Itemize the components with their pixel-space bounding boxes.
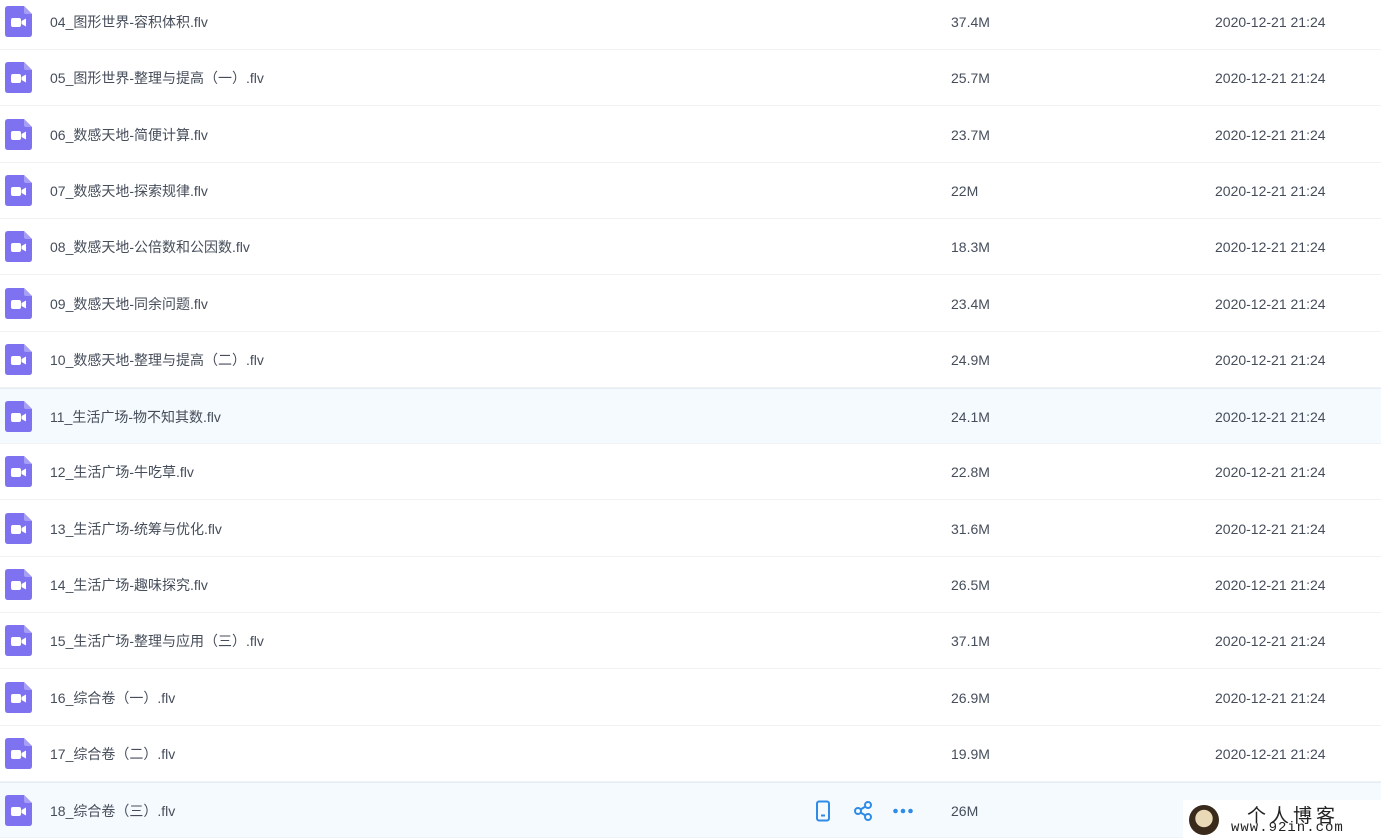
file-row[interactable]: 16_综合卷（一）.flv 26.9M 2020-12-21 21:24: [0, 670, 1381, 726]
file-date: 2020-12-21 21:24: [1215, 464, 1326, 481]
file-row[interactable]: 08_数感天地-公倍数和公因数.flv 18.3M 2020-12-21 21:24: [0, 219, 1381, 276]
video-file-icon: [5, 681, 32, 713]
file-size: 26.9M: [951, 689, 990, 706]
file-name[interactable]: 05_图形世界-整理与提高（一）.flv: [50, 50, 264, 106]
file-date: 2020-12-21 21:24: [1215, 14, 1326, 30]
file-row[interactable]: 06_数感天地-简便计算.flv 23.7M 2020-12-21 21:24: [0, 107, 1381, 163]
file-row[interactable]: 05_图形世界-整理与提高（一）.flv 25.7M 2020-12-21 21:2…: [0, 50, 1381, 107]
file-date: 2020-12-21 21:24: [1215, 689, 1326, 706]
file-date: 2020-12-21 21:24: [1215, 351, 1326, 368]
file-size: 22M: [951, 182, 979, 199]
file-date: 2020-12-21 21:24: [1215, 577, 1326, 593]
file-row[interactable]: 14_生活广场-趣味探究.flv 26.5M 2020-12-21 21:24: [0, 557, 1381, 613]
file-size: 37.1M: [951, 633, 990, 650]
file-size: 18.3M: [951, 239, 990, 256]
watermark-avatar: [1189, 805, 1219, 835]
file-size: 22.8M: [951, 464, 990, 481]
video-file-icon: [5, 6, 32, 37]
video-file-icon: [5, 625, 32, 657]
file-size: 23.4M: [951, 295, 990, 312]
file-row[interactable]: 04_图形世界-容积体积.flv 37.4M 2020-12-21 21:24: [0, 0, 1381, 50]
video-file-icon: [5, 737, 32, 769]
file-row[interactable]: 13_生活广场-统筹与优化.flv 31.6M 2020-12-21 21:24: [0, 501, 1381, 557]
file-date: 2020-12-21 21:24: [1215, 409, 1326, 426]
file-row[interactable]: 12_生活广场-牛吃草.flv 22.8M 2020-12-21 21:24: [0, 444, 1381, 501]
file-size: 26.5M: [951, 577, 990, 593]
video-file-icon: [5, 456, 32, 488]
file-name[interactable]: 15_生活广场-整理与应用（三）.flv: [50, 613, 264, 669]
file-date: 2020-12-21 21:24: [1215, 520, 1326, 537]
file-name[interactable]: 17_综合卷（二）.flv: [50, 726, 175, 782]
file-size: 37.4M: [951, 14, 990, 30]
file-date: 2020-12-21 21:24: [1215, 70, 1326, 87]
file-row[interactable]: 15_生活广场-整理与应用（三）.flv 37.1M 2020-12-21 21:2…: [0, 613, 1381, 670]
video-file-icon: [5, 287, 32, 319]
file-row[interactable]: 10_数感天地-整理与提高（二）.flv 24.9M 2020-12-21 21:2…: [0, 332, 1381, 388]
file-name[interactable]: 12_生活广场-牛吃草.flv: [50, 444, 194, 500]
file-row[interactable]: 18_综合卷（三）.flv 26M: [0, 782, 1381, 839]
share-icon[interactable]: [852, 800, 874, 822]
file-row[interactable]: 07_数感天地-探索规律.flv 22M 2020-12-21 21:24: [0, 163, 1381, 219]
file-name[interactable]: 10_数感天地-整理与提高（二）.flv: [50, 332, 264, 388]
file-size: 19.9M: [951, 745, 990, 762]
file-name[interactable]: 13_生活广场-统筹与优化.flv: [50, 501, 222, 557]
video-file-icon: [5, 62, 32, 94]
file-row[interactable]: 09_数感天地-同余问题.flv 23.4M 2020-12-21 21:24: [0, 276, 1381, 332]
video-file-icon: [5, 343, 32, 375]
file-date: 2020-12-21 21:24: [1215, 295, 1326, 312]
video-file-icon: [5, 795, 32, 827]
file-size: 31.6M: [951, 520, 990, 537]
file-date: 2020-12-21 21:24: [1215, 745, 1326, 762]
file-name[interactable]: 07_数感天地-探索规律.flv: [50, 163, 208, 219]
file-name[interactable]: 06_数感天地-简便计算.flv: [50, 107, 208, 163]
watermark: 个人博客 www.92in.com: [1183, 800, 1381, 840]
video-file-icon: [5, 401, 32, 433]
file-date: 2020-12-21 21:24: [1215, 182, 1326, 199]
file-name[interactable]: 04_图形世界-容积体积.flv: [50, 0, 208, 50]
file-name[interactable]: 14_生活广场-趣味探究.flv: [50, 557, 208, 613]
file-name[interactable]: 09_数感天地-同余问题.flv: [50, 276, 208, 332]
file-row[interactable]: 17_综合卷（二）.flv 19.9M 2020-12-21 21:24: [0, 726, 1381, 782]
file-name[interactable]: 08_数感天地-公倍数和公因数.flv: [50, 219, 250, 275]
file-size: 26M: [951, 803, 979, 820]
file-size: 23.7M: [951, 126, 990, 143]
file-size: 24.9M: [951, 351, 990, 368]
file-size: 25.7M: [951, 70, 990, 87]
more-icon[interactable]: [892, 800, 914, 822]
video-file-icon: [5, 118, 32, 150]
file-date: 2020-12-21 21:24: [1215, 633, 1326, 650]
file-name[interactable]: 18_综合卷（三）.flv: [50, 783, 175, 839]
file-date: 2020-12-21 21:24: [1215, 126, 1326, 143]
video-file-icon: [5, 512, 32, 544]
file-name[interactable]: 11_生活广场-物不知其数.flv: [50, 389, 221, 445]
video-file-icon: [5, 569, 32, 600]
phone-icon[interactable]: [812, 800, 834, 822]
video-file-icon: [5, 174, 32, 206]
file-name[interactable]: 16_综合卷（一）.flv: [50, 670, 175, 726]
file-row[interactable]: 11_生活广场-物不知其数.flv 24.1M 2020-12-21 21:24: [0, 388, 1381, 445]
video-file-icon: [5, 231, 32, 263]
watermark-url: www.92in.com: [1231, 820, 1344, 836]
file-size: 24.1M: [951, 409, 990, 426]
file-date: 2020-12-21 21:24: [1215, 239, 1326, 256]
